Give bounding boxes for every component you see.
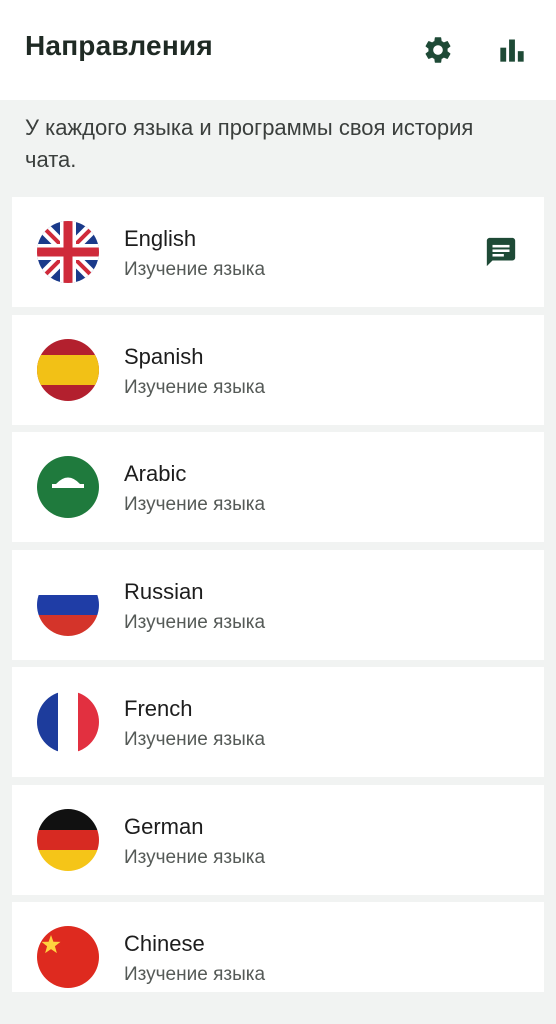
course-card-german[interactable]: German Изучение языка [12,784,544,895]
chat-bubble-icon [486,237,516,267]
course-name: Arabic [124,461,187,486]
germany-flag-icon [37,808,99,871]
course-name: Chinese [124,931,205,956]
course-subtitle: Изучение языка [124,259,266,280]
course-subtitle: Изучение языка [124,964,266,985]
course-card-spanish[interactable]: Spanish Изучение языка [12,314,544,425]
spain-flag-icon [37,338,99,401]
course-name: French [124,696,193,721]
course-name: Spanish [124,343,204,369]
uk-flag-icon [37,221,99,283]
course-card-english[interactable]: English Изучение языка [12,197,544,307]
course-subtitle: Изучение языка [124,376,266,398]
arabic-flag-icon [37,456,99,518]
course-subtitle: Изучение языка [124,729,266,750]
france-flag-icon [37,691,99,753]
course-name: German [124,813,204,839]
statistics-button[interactable] [492,30,532,70]
course-name: Russian [124,578,204,604]
course-name: English [124,226,197,251]
settings-button[interactable] [418,30,458,70]
course-card-arabic[interactable]: Arabic Изучение языка [12,432,544,542]
course-subtitle: Изучение языка [124,611,266,633]
app-header: Направления [0,0,556,100]
course-card-chinese[interactable]: Chinese Изучение языка [12,902,544,992]
intro-text: У каждого языка и программы своя история… [25,115,474,172]
page-title: Направления [25,30,213,61]
gear-icon [425,37,451,63]
course-subtitle: Изучение языка [124,494,266,515]
china-flag-icon [37,926,99,988]
chat-button[interactable] [482,233,520,271]
russia-flag-icon [37,573,99,636]
course-card-french[interactable]: French Изучение языка [12,667,544,777]
course-card-russian[interactable]: Russian Изучение языка [12,549,544,660]
course-list: English Изучение языка Spanish Изучение … [12,197,544,1000]
bar-chart-icon [500,39,524,62]
course-subtitle: Изучение языка [124,846,266,868]
